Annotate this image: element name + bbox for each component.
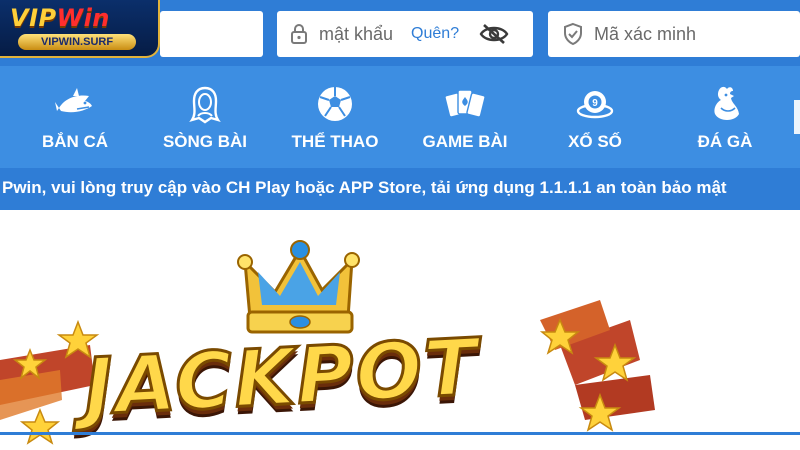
nav-item-xo-so[interactable]: 9 XỔ SỐ <box>540 66 650 168</box>
announcement-ticker: Pwin, vui lòng truy cập vào CH Play hoặc… <box>0 168 800 210</box>
site-logo[interactable]: VIPWin VIPWIN.SURF <box>0 0 160 58</box>
logo-wordmark-suffix: Win <box>56 4 110 32</box>
nav-item-the-thao[interactable]: THỂ THAO <box>280 66 390 168</box>
nav-item-game-bai[interactable]: GAME BÀI <box>410 66 520 168</box>
nav-label: XỔ SỐ <box>568 132 622 151</box>
shield-check-icon <box>564 22 582 46</box>
dealer-icon <box>189 86 221 124</box>
logo-wordmark: VIPWin <box>10 4 110 32</box>
nav-next-item-edge[interactable] <box>794 100 800 134</box>
nav-label: THỂ THAO <box>291 132 379 151</box>
password-placeholder: mật khẩu <box>319 23 394 44</box>
lottery-ball-icon: 9 <box>576 91 614 119</box>
announcement-text: Pwin, vui lòng truy cập vào CH Play hoặc… <box>2 178 727 197</box>
nav-label: SÒNG BÀI <box>162 132 248 151</box>
header-bar: VIPWin VIPWIN.SURF mật khẩu Quên? Mã xác… <box>0 0 800 66</box>
logo-domain-badge: VIPWIN.SURF <box>18 34 136 50</box>
svg-text:9: 9 <box>592 98 598 109</box>
nav-item-song-bai[interactable]: SÒNG BÀI <box>150 66 260 168</box>
lock-icon <box>291 24 307 44</box>
nav-item-da-ga[interactable]: ĐÁ GÀ <box>670 66 780 168</box>
nav-label: ĐÁ GÀ <box>697 132 753 151</box>
captcha-placeholder: Mã xác minh <box>594 23 697 44</box>
forgot-password-link[interactable]: Quên? <box>411 25 459 43</box>
nav-label: BẮN CÁ <box>41 132 109 151</box>
password-field[interactable]: mật khẩu Quên? <box>277 11 533 57</box>
banner-bottom-line <box>0 432 800 435</box>
username-input[interactable] <box>160 11 263 57</box>
nav-label: GAME BÀI <box>422 132 508 151</box>
captcha-field[interactable]: Mã xác minh <box>548 11 800 57</box>
nav-item-ban-ca[interactable]: BẮN CÁ <box>20 66 130 168</box>
logo-wordmark-prefix: VIP <box>10 4 57 32</box>
playing-cards-icon <box>444 89 486 118</box>
shark-icon <box>55 88 92 113</box>
soccer-ball-icon <box>318 87 352 121</box>
jackpot-banner[interactable]: JACKPOT <box>0 210 800 450</box>
eye-off-icon[interactable] <box>479 23 509 45</box>
rooster-icon <box>714 86 739 120</box>
page: VIPWin VIPWIN.SURF mật khẩu Quên? Mã xác… <box>0 0 800 450</box>
category-nav: BẮN CÁ SÒNG BÀI THỂ THAO GAME BÀI 9 XỔ S… <box>0 66 800 168</box>
